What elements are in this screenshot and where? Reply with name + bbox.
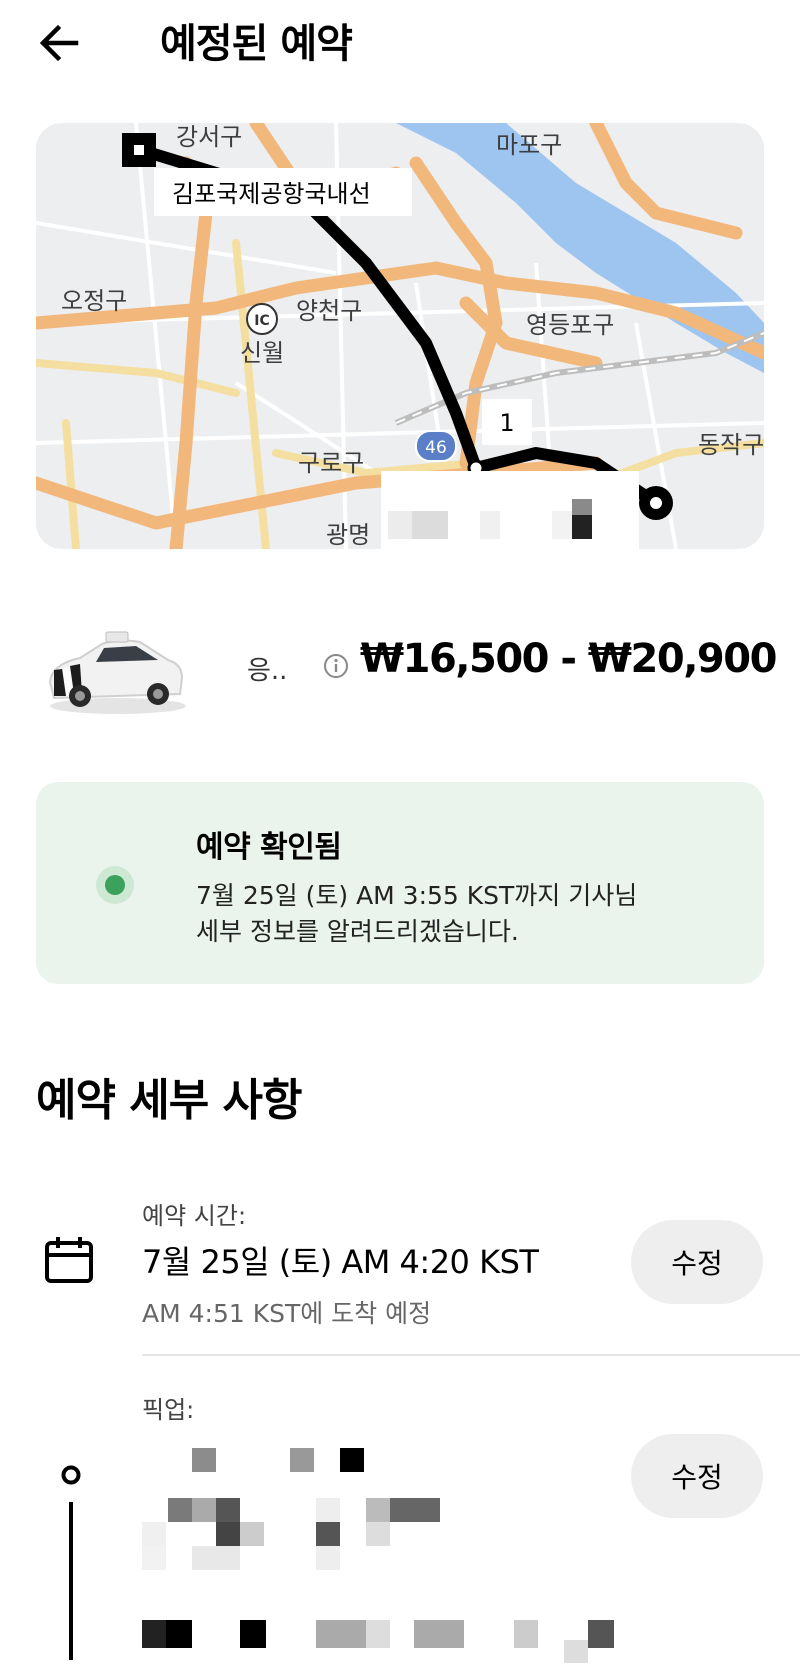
map-label-ojeong: 오정구 (61, 287, 127, 315)
stop-callout: 1 (482, 399, 532, 445)
pickup-caption: 픽업: (142, 1396, 195, 1424)
section-divider (142, 1354, 800, 1356)
map-label-yangcheon: 양천구 (296, 297, 362, 325)
details-heading: 예약 세부 사항 (36, 1075, 303, 1126)
map-label-gangseo: 강서구 (176, 123, 242, 151)
estimated-arrival: AM 4:51 KST에 도착 예정 (142, 1299, 432, 1328)
edit-time-button[interactable]: 수정 (631, 1220, 763, 1304)
map-label-yeongdeungpo: 영등포구 (526, 311, 614, 339)
arrow-left-icon (39, 24, 79, 62)
car-image (40, 620, 190, 720)
svg-text:1: 1 (499, 409, 514, 437)
edit-pickup-button[interactable]: 수정 (631, 1434, 763, 1518)
status-indicator-dot (105, 875, 125, 895)
ic-badge: IC (246, 303, 278, 335)
pickup-callout: 김포국제공항국내선 (154, 168, 412, 216)
price-range: ₩16,500 - ₩20,900 (360, 636, 777, 682)
map-label-gwangmyeong: 광명 (326, 521, 370, 549)
svg-text:김포국제공항국내선: 김포국제공항국내선 (172, 180, 371, 208)
reservation-time-caption: 예약 시간: (142, 1202, 247, 1230)
route-map[interactable]: 강서구 마포구 오정구 양천구 신월 영등포구 구로구 동작구 광명 IC 46 (36, 123, 764, 549)
status-message: 7월 25일 (토) AM 3:55 KST까지 기사님 세부 정보를 알려드리… (196, 878, 716, 950)
map-label-mapo: 마포구 (496, 131, 562, 159)
map-label-sinwol: 신월 (240, 339, 284, 367)
ride-type-name[interactable]: 응.. (247, 650, 287, 687)
page-title: 예정된 예약 (160, 21, 353, 67)
svg-text:IC: IC (254, 313, 269, 329)
back-button[interactable] (36, 18, 86, 68)
status-message-line1: 7월 25일 (토) AM 3:55 KST까지 기사님 (196, 881, 638, 910)
pickup-marker (122, 133, 156, 167)
reservation-time-value: 7월 25일 (토) AM 4:20 KST (142, 1243, 539, 1281)
dropoff-callout-redacted (381, 471, 639, 549)
calendar-icon (44, 1236, 94, 1284)
status-message-line2: 세부 정보를 알려드리겠습니다. (196, 917, 519, 946)
dropoff-marker (639, 486, 673, 520)
map-label-guro: 구로구 (298, 449, 364, 477)
route-46-shield: 46 (415, 430, 457, 462)
svg-text:46: 46 (425, 438, 447, 458)
pickup-route-indicator (56, 1460, 86, 1663)
map-label-dongjak: 동작구 (698, 431, 764, 459)
info-icon[interactable] (322, 652, 350, 680)
status-title: 예약 확인됨 (196, 830, 342, 865)
